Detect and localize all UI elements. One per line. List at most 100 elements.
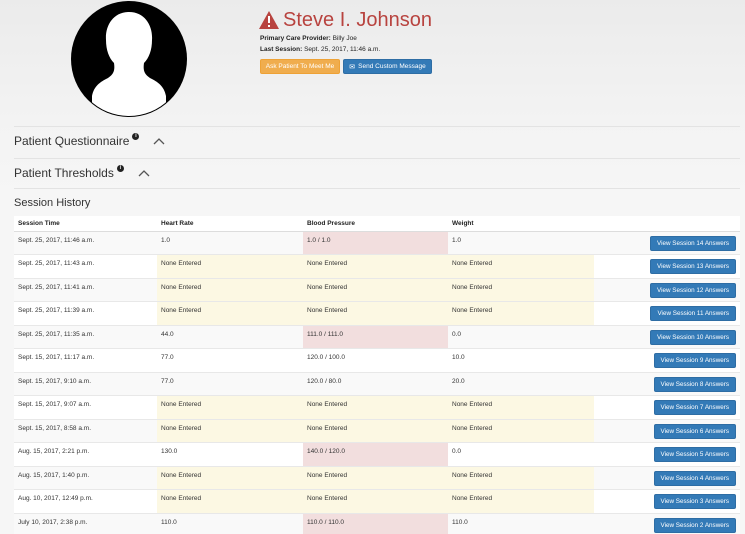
weight-cell: 1.0 xyxy=(448,230,594,255)
primary-care-provider: Primary Care Provider: Billy Joe xyxy=(260,35,357,42)
action-cell: View Session 2 Answers xyxy=(594,512,740,534)
weight-cell: None Entered xyxy=(448,254,594,278)
session-time-cell: Sept. 15, 2017, 9:10 a.m. xyxy=(14,371,157,396)
session-time-cell: Sept. 15, 2017, 8:58 a.m. xyxy=(14,418,157,443)
column-header-heart-rate: Heart Rate xyxy=(157,216,303,232)
session-history-table: Session Time Heart Rate Blood Pressure W… xyxy=(14,216,740,534)
session-time-cell: Sept. 25, 2017, 11:43 a.m. xyxy=(14,254,157,278)
heart-rate-cell: None Entered xyxy=(157,489,303,513)
view-session-answers-button[interactable]: View Session 4 Answers xyxy=(653,470,736,486)
blood-pressure-cell: None Entered xyxy=(303,277,448,302)
table-row: Sept. 15, 2017, 8:58 a.m. None Entered Non… xyxy=(14,418,740,443)
weight-cell: None Entered xyxy=(448,489,594,513)
divider xyxy=(14,158,740,159)
action-cell: View Session 7 Answers xyxy=(594,395,740,419)
weight-cell: None Entered xyxy=(448,395,594,419)
info-circle-icon[interactable]: i xyxy=(132,132,140,140)
session-time-cell: July 10, 2017, 2:38 p.m. xyxy=(14,512,157,534)
column-header-blood-pressure: Blood Pressure xyxy=(303,216,448,232)
session-time-cell: Sept. 25, 2017, 11:46 a.m. xyxy=(14,230,157,255)
questionnaire-title: Patient Questionnaire xyxy=(14,134,130,148)
thresholds-title: Patient Thresholds xyxy=(14,166,114,180)
action-cell: View Session 6 Answers xyxy=(594,418,740,443)
envelope-icon: ✉ xyxy=(349,63,356,71)
view-session-answers-button[interactable]: View Session 3 Answers xyxy=(653,494,736,509)
patient-name-block: Steve I. Johnson xyxy=(258,9,432,31)
blood-pressure-cell: None Entered xyxy=(303,465,448,490)
session-history-title: Session History xyxy=(14,197,91,209)
weight-cell: 20.0 xyxy=(448,371,594,396)
info-circle-icon[interactable]: i xyxy=(116,164,124,172)
heart-rate-cell: 1.0 xyxy=(157,230,303,255)
heart-rate-cell: 130.0 xyxy=(157,442,303,466)
weight-cell: 0.0 xyxy=(448,324,594,349)
view-session-answers-button[interactable]: View Session 14 Answers xyxy=(650,235,736,251)
warning-triangle-icon xyxy=(259,11,279,29)
ask-patient-label: Ask Patient To Meet Me xyxy=(265,63,335,70)
table-row: Sept. 15, 2017, 11:17 a.m. 77.0 120.0 / 10… xyxy=(14,348,740,372)
heart-rate-cell: None Entered xyxy=(157,395,303,419)
heart-rate-cell: 44.0 xyxy=(157,324,303,349)
questionnaire-toggle[interactable]: Patient Questionnaire i xyxy=(14,132,165,148)
blood-pressure-cell: 111.0 / 111.0 xyxy=(303,324,448,349)
divider xyxy=(14,126,740,127)
thresholds-toggle[interactable]: Patient Thresholds i xyxy=(14,164,150,180)
view-session-answers-button[interactable]: View Session 10 Answers xyxy=(650,329,736,345)
blood-pressure-cell: None Entered xyxy=(303,489,448,513)
session-time-cell: Sept. 25, 2017, 11:41 a.m. xyxy=(14,277,157,302)
view-session-answers-button[interactable]: View Session 11 Answers xyxy=(650,306,736,321)
table-row: Sept. 15, 2017, 9:07 a.m. None Entered Non… xyxy=(14,395,740,419)
view-session-answers-button[interactable]: View Session 8 Answers xyxy=(653,376,736,392)
table-row: Sept. 25, 2017, 11:35 a.m. 44.0 111.0 / 11… xyxy=(14,324,740,349)
heart-rate-cell: None Entered xyxy=(157,254,303,278)
heart-rate-cell: 77.0 xyxy=(157,348,303,372)
blood-pressure-cell: 1.0 / 1.0 xyxy=(303,230,448,255)
action-cell: View Session 12 Answers xyxy=(594,277,740,302)
blood-pressure-cell: 110.0 / 110.0 xyxy=(303,512,448,534)
view-session-answers-button[interactable]: View Session 5 Answers xyxy=(653,447,736,462)
chevron-up-icon[interactable] xyxy=(153,137,165,145)
heart-rate-cell: None Entered xyxy=(157,301,303,325)
view-session-answers-button[interactable]: View Session 12 Answers xyxy=(650,282,736,298)
table-row: Aug. 10, 2017, 12:49 p.m. None Entered Non… xyxy=(14,489,740,513)
table-row: Sept. 25, 2017, 11:39 a.m. None Entered No… xyxy=(14,301,740,325)
column-header-weight: Weight xyxy=(448,216,594,232)
last-session-label: Last Session: xyxy=(260,46,303,53)
last-session: Last Session: Sept. 25, 2017, 11:46 a.m. xyxy=(260,46,380,53)
table-row: Aug. 15, 2017, 2:21 p.m. 130.0 140.0 / 120… xyxy=(14,442,740,466)
session-time-cell: Sept. 15, 2017, 9:07 a.m. xyxy=(14,395,157,419)
session-time-cell: Sept. 25, 2017, 11:35 a.m. xyxy=(14,324,157,349)
heart-rate-cell: 110.0 xyxy=(157,512,303,534)
table-row: July 10, 2017, 2:38 p.m. 110.0 110.0 / 110… xyxy=(14,512,740,534)
table-row: Sept. 15, 2017, 9:10 a.m. 77.0 120.0 / 80.… xyxy=(14,371,740,396)
blood-pressure-cell: 140.0 / 120.0 xyxy=(303,442,448,466)
session-time-cell: Aug. 15, 2017, 2:21 p.m. xyxy=(14,442,157,466)
session-time-cell: Sept. 25, 2017, 11:39 a.m. xyxy=(14,301,157,325)
weight-cell: None Entered xyxy=(448,301,594,325)
heart-rate-cell: None Entered xyxy=(157,465,303,490)
send-message-button[interactable]: ✉ Send Custom Message xyxy=(343,59,432,74)
view-session-answers-button[interactable]: View Session 2 Answers xyxy=(653,517,736,533)
chevron-up-icon[interactable] xyxy=(138,169,150,177)
blood-pressure-cell: None Entered xyxy=(303,418,448,443)
weight-cell: None Entered xyxy=(448,465,594,490)
view-session-answers-button[interactable]: View Session 7 Answers xyxy=(653,400,736,415)
patient-avatar xyxy=(70,0,188,118)
session-time-cell: Aug. 10, 2017, 12:49 p.m. xyxy=(14,489,157,513)
heart-rate-cell: 77.0 xyxy=(157,371,303,396)
view-session-answers-button[interactable]: View Session 6 Answers xyxy=(653,423,736,439)
blood-pressure-cell: 120.0 / 100.0 xyxy=(303,348,448,372)
table-row: Sept. 25, 2017, 11:43 a.m. None Entered No… xyxy=(14,254,740,278)
session-time-cell: Sept. 15, 2017, 11:17 a.m. xyxy=(14,348,157,372)
action-cell: View Session 13 Answers xyxy=(594,254,740,278)
ask-patient-button[interactable]: Ask Patient To Meet Me xyxy=(260,59,340,74)
view-session-answers-button[interactable]: View Session 13 Answers xyxy=(650,259,736,274)
action-cell: View Session 8 Answers xyxy=(594,371,740,396)
view-session-answers-button[interactable]: View Session 9 Answers xyxy=(653,353,736,368)
patient-name: Steve I. Johnson xyxy=(283,9,432,31)
provider-value: Billy Joe xyxy=(332,35,357,42)
action-cell: View Session 14 Answers xyxy=(594,230,740,255)
heart-rate-cell: None Entered xyxy=(157,418,303,443)
weight-cell: None Entered xyxy=(448,277,594,302)
table-header-row: Session Time Heart Rate Blood Pressure W… xyxy=(14,216,740,232)
